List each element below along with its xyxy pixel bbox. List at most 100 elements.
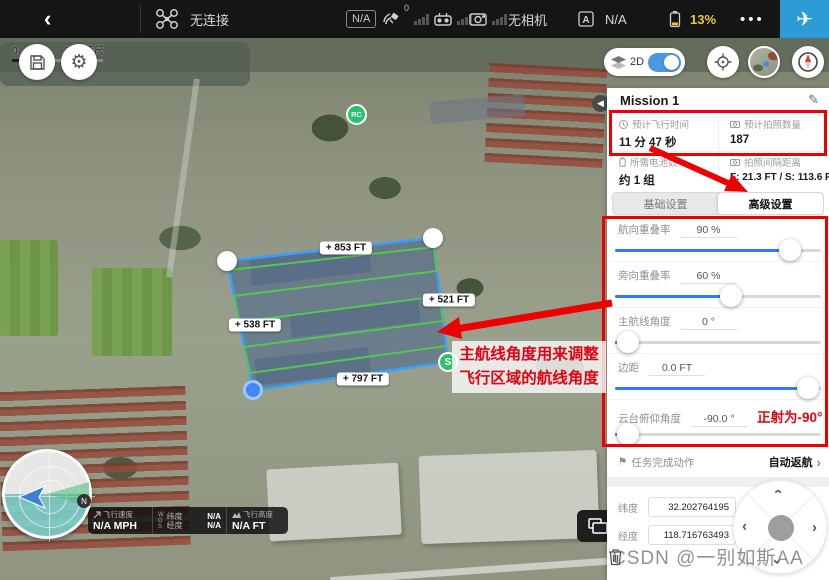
edit-mission-icon[interactable]: ✎ (808, 92, 819, 108)
battery-small-icon (619, 157, 626, 167)
save-mission-button[interactable] (19, 44, 55, 80)
slider-track[interactable] (615, 249, 821, 252)
finish-action-value: 自动返航 (769, 454, 813, 470)
north-badge: N (77, 494, 91, 508)
camera-signal-icon (468, 0, 488, 38)
slider-knob[interactable] (797, 377, 819, 399)
slider-knob[interactable] (617, 423, 639, 445)
slider-course-angle: 主航线角度0 ° (607, 308, 829, 354)
finish-action-row[interactable]: ⚑ 任务完成动作 自动返航 › (607, 446, 829, 477)
camera-icon (730, 158, 740, 166)
more-menu-button[interactable]: ••• (740, 0, 765, 38)
map-texture (330, 555, 650, 580)
lat-label: 纬度 (167, 512, 183, 521)
airplane-icon: ✈ (796, 7, 813, 32)
altitude-value: N/A FT (232, 520, 283, 532)
compass-needle-icon (796, 50, 820, 74)
latitude-field[interactable]: 32.202764195 (648, 497, 736, 517)
clock-icon (619, 120, 628, 129)
status-na-badge: N/A (346, 0, 376, 38)
mission-title: Mission 1 (620, 93, 808, 108)
view-2d-label: 2D (630, 56, 644, 68)
longitude-field[interactable]: 118.716763493 (648, 525, 736, 545)
back-button[interactable]: ‹ (44, 0, 51, 38)
slider-margin: 边距0.0 FT (607, 354, 829, 400)
dpad-center[interactable] (768, 515, 794, 541)
save-icon (29, 54, 46, 71)
map-texture (92, 268, 172, 356)
advanced-settings-sliders: 航向重叠率90 % 旁向重叠率60 % 主航线角度0 ° 边距0.0 FT 云台… (607, 216, 829, 446)
slider-track[interactable] (615, 433, 821, 436)
slider-knob[interactable] (720, 285, 742, 307)
flight-mode-value: N/A (605, 0, 627, 38)
map-texture (289, 298, 421, 338)
wgs-label: WGS (158, 512, 164, 530)
gimbal-pitch-value[interactable]: -90.0 ° (691, 413, 747, 427)
ortho-note: 正射为-90° (757, 406, 822, 426)
edge-length-label-top: + 853 FT (320, 242, 372, 255)
lon-value: N/A (207, 521, 221, 530)
locate-button[interactable] (707, 46, 739, 78)
side-overlap-value[interactable]: 60 % (681, 270, 737, 284)
camera-icon (730, 120, 740, 128)
edge-length-label-right: + 521 FT (423, 294, 475, 307)
back-icon: ‹ (44, 6, 51, 32)
longitude-label: 经度 (618, 528, 648, 543)
speed-label: 飞行速度 (103, 509, 133, 520)
satellite-icon (382, 0, 402, 38)
map-view-pill[interactable]: 2D (604, 48, 685, 76)
latitude-label: 纬度 (618, 500, 648, 515)
telemetry-bar: 飞行速度 N/A MPH WGS 纬度N/A 经度N/A 飞行高度 N/A FT (88, 507, 288, 534)
settings-button[interactable]: ⚙ (61, 44, 97, 80)
home-point-marker[interactable] (243, 380, 263, 400)
view-toggle-switch[interactable] (648, 53, 681, 72)
slider-track[interactable] (615, 295, 821, 298)
nudge-right-button[interactable]: › (812, 519, 817, 536)
polygon-corner-handle[interactable] (423, 228, 443, 248)
map-texture (166, 79, 200, 278)
red-annotation-note: 主航线角度用来调整 飞行区域的航线角度 (452, 341, 606, 393)
altitude-label: 飞行高度 (243, 509, 273, 520)
battery-icon (668, 0, 682, 38)
takeoff-button[interactable]: ✈ (780, 0, 829, 38)
battery-percent: 13% (690, 0, 716, 38)
gear-icon: ⚙ (70, 51, 87, 74)
tab-basic-settings[interactable]: 基础设置 (613, 193, 718, 214)
slider-knob[interactable] (779, 239, 801, 261)
altitude-icon (232, 511, 241, 519)
polygon-corner-handle[interactable] (217, 251, 237, 271)
nudge-up-button[interactable]: › (769, 489, 786, 494)
slider-knob[interactable] (617, 331, 639, 353)
speed-value: N/A MPH (93, 520, 147, 532)
slider-gimbal-pitch: 云台俯仰角度-90.0 °正射为-90° (607, 400, 829, 446)
chevron-right-icon: › (817, 455, 821, 470)
flight-mode-icon: A (576, 0, 596, 38)
flag-icon: ⚑ (618, 456, 627, 468)
finish-action-label: 任务完成动作 (631, 455, 694, 470)
lat-value: N/A (207, 512, 221, 521)
course-angle-value[interactable]: 0 ° (681, 316, 737, 330)
nudge-left-button[interactable]: › (742, 519, 747, 536)
mission-stats: 预计飞行时间 11 分 47 秒 预计拍照数量 187 所需电池数 约 1 组 … (607, 113, 829, 190)
tab-advanced-settings[interactable]: 高级设置 (718, 193, 823, 214)
svg-text:A: A (582, 15, 589, 26)
edge-length-label-bottom: + 797 FT (337, 373, 389, 386)
attitude-compass: N (2, 449, 92, 539)
map-texture (419, 450, 600, 544)
slider-track[interactable] (615, 387, 821, 390)
slider-side-overlap: 旁向重叠率60 % (607, 262, 829, 308)
map-style-button[interactable] (748, 46, 780, 78)
camera-status-label: 无相机 (508, 0, 547, 38)
crosshair-icon (714, 53, 732, 71)
gps-count: 0 (404, 0, 409, 33)
camera-signal-bars (490, 0, 507, 38)
slider-track[interactable] (615, 341, 821, 344)
connection-status-label: 无连接 (190, 0, 229, 38)
margin-value[interactable]: 0.0 FT (649, 362, 705, 376)
gps-signal-bars (412, 0, 429, 38)
topbar-divider (140, 5, 141, 33)
top-status-bar: ‹ 无连接 N/A 0 无相机 A N/A 13% ••• ✈ (0, 0, 829, 38)
front-overlap-value[interactable]: 90 % (681, 224, 737, 238)
compass-reset-button[interactable] (792, 46, 824, 78)
watermark: CSDN @一别如斯AA (612, 543, 804, 570)
